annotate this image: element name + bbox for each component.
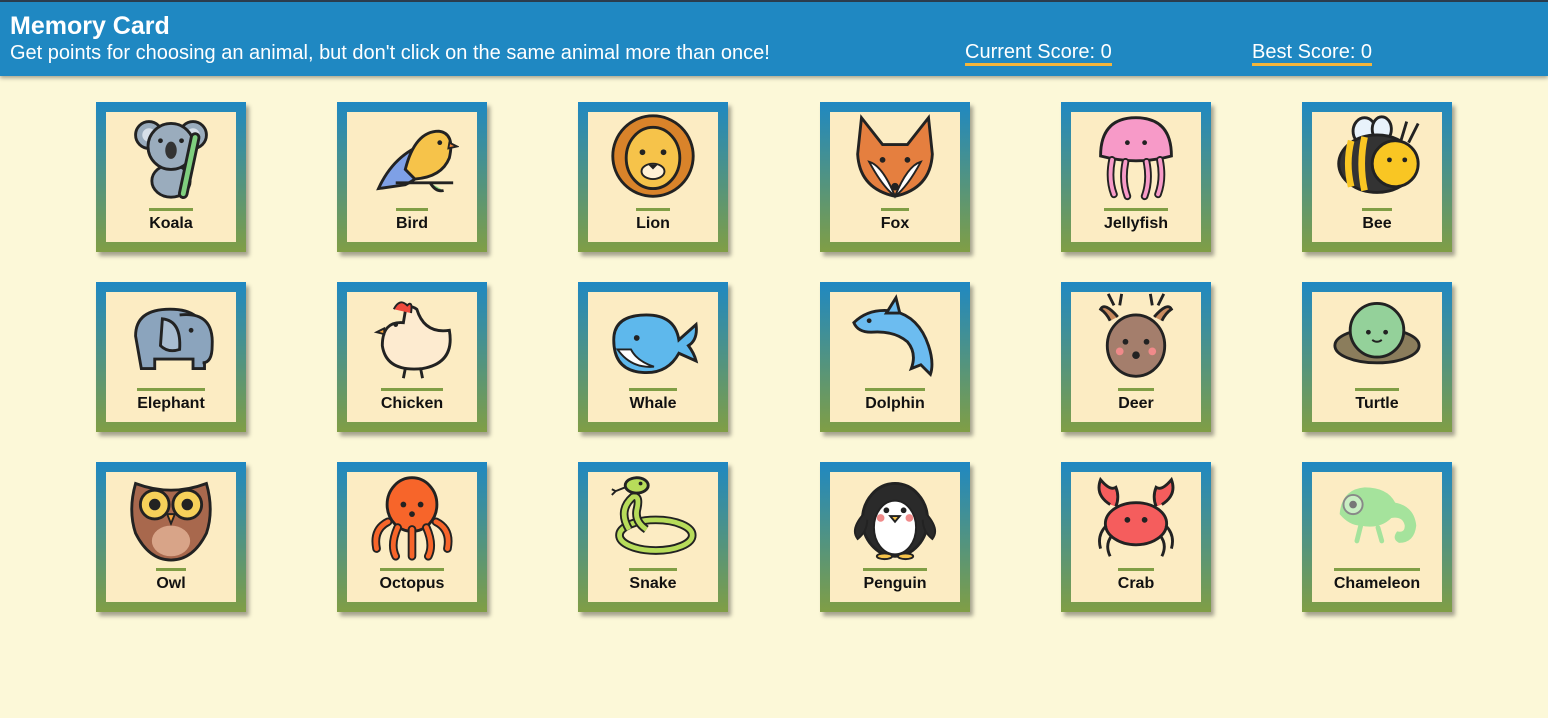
animal-card-bird[interactable]: Bird [337, 102, 487, 252]
card-face: Fox [830, 112, 960, 242]
animal-card-crab[interactable]: Crab [1061, 462, 1211, 612]
animal-card-fox[interactable]: Fox [820, 102, 970, 252]
card-label: Jellyfish [1103, 208, 1169, 232]
card-label: Bee [1362, 208, 1392, 232]
card-label: Chicken [380, 388, 444, 412]
animal-card-penguin[interactable]: Penguin [820, 462, 970, 612]
card-face: Deer [1071, 292, 1201, 422]
turtle-icon [1330, 292, 1424, 382]
card-face: Penguin [830, 472, 960, 602]
instructions-text: Get points for choosing an animal, but d… [10, 42, 770, 64]
elephant-icon [124, 292, 218, 382]
crab-icon [1089, 472, 1183, 562]
card-face: Turtle [1312, 292, 1442, 422]
fox-icon [848, 112, 942, 202]
animal-card-octopus[interactable]: Octopus [337, 462, 487, 612]
card-label: Crab [1117, 568, 1155, 592]
animal-card-owl[interactable]: Owl [96, 462, 246, 612]
current-score: Current Score: 0 [965, 42, 1112, 66]
animal-card-snake[interactable]: Snake [578, 462, 728, 612]
card-grid: Koala Bird Lion Fox Jellyfish Bee Elephant Chic… [0, 102, 1548, 612]
snake-icon [606, 472, 700, 562]
animal-card-jellyfish[interactable]: Jellyfish [1061, 102, 1211, 252]
lion-icon [606, 112, 700, 202]
whale-icon [606, 292, 700, 382]
card-label: Whale [629, 388, 677, 412]
card-face: Bee [1312, 112, 1442, 242]
card-face: Crab [1071, 472, 1201, 602]
animal-card-bee[interactable]: Bee [1302, 102, 1452, 252]
card-face: Koala [106, 112, 236, 242]
jellyfish-icon [1089, 112, 1183, 202]
chicken-icon [365, 292, 459, 382]
card-face: Octopus [347, 472, 477, 602]
card-face: Snake [588, 472, 718, 602]
animal-card-elephant[interactable]: Elephant [96, 282, 246, 432]
card-label: Fox [880, 208, 910, 232]
deer-icon [1089, 292, 1183, 382]
dolphin-icon [848, 292, 942, 382]
animal-card-chicken[interactable]: Chicken [337, 282, 487, 432]
best-score: Best Score: 0 [1252, 42, 1373, 66]
card-face: Chameleon [1312, 472, 1442, 602]
card-label: Lion [636, 208, 670, 232]
card-label: Dolphin [865, 388, 925, 412]
card-label: Deer [1118, 388, 1154, 412]
chameleon-icon [1330, 472, 1424, 562]
card-face: Elephant [106, 292, 236, 422]
penguin-icon [848, 472, 942, 562]
card-label: Owl [156, 568, 186, 592]
card-face: Whale [588, 292, 718, 422]
card-label: Elephant [137, 388, 205, 412]
card-face: Dolphin [830, 292, 960, 422]
card-label: Bird [396, 208, 428, 232]
card-face: Owl [106, 472, 236, 602]
page-title: Memory Card [10, 12, 170, 40]
octopus-icon [365, 472, 459, 562]
card-label: Chameleon [1333, 568, 1421, 592]
card-label: Koala [149, 208, 193, 232]
animal-card-chameleon[interactable]: Chameleon [1302, 462, 1452, 612]
bird-icon [365, 112, 459, 202]
card-label: Octopus [379, 568, 445, 592]
card-label: Penguin [863, 568, 927, 592]
owl-icon [124, 472, 218, 562]
animal-card-deer[interactable]: Deer [1061, 282, 1211, 432]
animal-card-turtle[interactable]: Turtle [1302, 282, 1452, 432]
card-label: Turtle [1355, 388, 1399, 412]
koala-icon [124, 112, 218, 202]
animal-card-whale[interactable]: Whale [578, 282, 728, 432]
card-label: Snake [629, 568, 677, 592]
card-face: Lion [588, 112, 718, 242]
bee-icon [1330, 112, 1424, 202]
animal-card-lion[interactable]: Lion [578, 102, 728, 252]
animal-card-dolphin[interactable]: Dolphin [820, 282, 970, 432]
card-face: Chicken [347, 292, 477, 422]
card-face: Bird [347, 112, 477, 242]
animal-card-koala[interactable]: Koala [96, 102, 246, 252]
card-face: Jellyfish [1071, 112, 1201, 242]
app-header: Memory Card Get points for choosing an a… [0, 2, 1548, 76]
